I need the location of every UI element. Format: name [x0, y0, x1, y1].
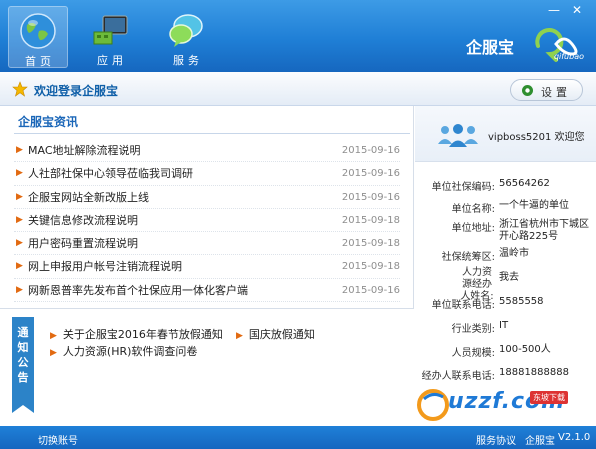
- news-item[interactable]: ▶ 网新恩普率先发布首个社保应用一体化客户端 2015-09-16: [14, 279, 400, 303]
- info-label: 社保统筹区:: [441, 252, 495, 263]
- nav-apps-label: 应用: [97, 54, 127, 67]
- info-label: 单位社保编码:: [431, 182, 495, 193]
- notice-tag: 通知公告: [12, 317, 34, 413]
- info-value: 100-500人: [499, 344, 551, 355]
- switch-account-link[interactable]: 切换账号: [38, 432, 78, 447]
- info-value: IT: [499, 320, 509, 331]
- notice-link[interactable]: ▶ 人力资源(HR)软件调查问卷: [50, 343, 197, 359]
- user-info-panel: vipboss5201 欢迎您 单位社保编码: 56564262 单位名称: 一个牛…: [415, 106, 596, 426]
- news-panel: 企服宝资讯 ▶ MAC地址解除流程说明 2015-09-16 ▶ 人社部社保中心领导莅…: [0, 106, 414, 308]
- news-item-title[interactable]: MAC地址解除流程说明: [28, 139, 141, 162]
- bullet-arrow-icon: ▶: [50, 331, 57, 341]
- user-header: vipboss5201 欢迎您: [415, 106, 596, 162]
- bullet-arrow-icon: ▶: [16, 261, 23, 272]
- news-item-title[interactable]: 用户密码重置流程说明: [28, 232, 138, 255]
- news-item-title[interactable]: 企服宝网站全新改版上线: [28, 186, 149, 209]
- settings-dot-icon: [522, 85, 533, 96]
- info-value: 18881888888: [499, 367, 569, 378]
- user-greeting: vipboss5201 欢迎您: [488, 132, 585, 143]
- brand-logo-text: qifubao: [553, 52, 584, 61]
- divider: [14, 133, 410, 134]
- bullet-arrow-icon: ▶: [236, 331, 243, 341]
- star-icon: [12, 81, 28, 97]
- info-label: 单位名称:: [451, 204, 495, 215]
- watermark-badge: 东坡下载: [530, 391, 568, 404]
- bullet-arrow-icon: ▶: [16, 145, 23, 155]
- info-value: 温岭市: [499, 248, 529, 259]
- bullet-arrow-icon: ▶: [16, 238, 23, 249]
- news-item[interactable]: ▶ MAC地址解除流程说明 2015-09-16: [14, 139, 400, 163]
- bullet-arrow-icon: ▶: [50, 348, 57, 358]
- settings-button[interactable]: 设置: [510, 79, 583, 101]
- info-value: 我去: [499, 272, 519, 283]
- news-item-date: 2015-09-18: [341, 261, 400, 273]
- top-banner: — ✕ 首页 应用 服务 企服宝 qifubao: [0, 0, 596, 72]
- news-item-date: 2015-09-18: [341, 238, 400, 250]
- globe-icon: [20, 13, 56, 49]
- news-title: 企服宝资讯: [18, 115, 79, 129]
- close-button[interactable]: ✕: [572, 4, 582, 16]
- nav-apps[interactable]: 应用: [80, 6, 140, 68]
- news-item[interactable]: ▶ 用户密码重置流程说明 2015-09-18: [14, 232, 400, 256]
- notice-link[interactable]: ▶ 国庆放假通知: [236, 326, 315, 342]
- news-item-title[interactable]: 关键信息修改流程说明: [28, 209, 138, 232]
- settings-label: 设置: [541, 86, 571, 99]
- notice-link-text[interactable]: 国庆放假通知: [249, 328, 315, 341]
- welcome-text: 欢迎登录企服宝: [34, 84, 119, 98]
- news-item-date: 2015-09-16: [341, 145, 400, 156]
- nav-services-label: 服务: [173, 54, 203, 67]
- notice-tag-label: 通知公告: [17, 326, 29, 384]
- news-item-date: 2015-09-16: [341, 191, 400, 203]
- notice-link-text[interactable]: 关于企服宝2016年春节放假通知: [63, 328, 223, 341]
- nav-home[interactable]: 首页: [8, 6, 68, 68]
- bullet-arrow-icon: ▶: [16, 214, 23, 225]
- footer-brand: 企服宝: [525, 436, 555, 447]
- minimize-button[interactable]: —: [548, 4, 560, 16]
- notice-panel: 通知公告 ▶ 关于企服宝2016年春节放假通知 ▶ 国庆放假通知 ▶ 人力资源(HR)…: [0, 308, 414, 426]
- bullet-arrow-icon: ▶: [16, 168, 23, 179]
- users-icon: [438, 124, 478, 147]
- info-label: 经办人联系电话:: [421, 371, 495, 382]
- footer-bar: 切换账号 服务协议 企服宝 V2.1.0: [0, 426, 596, 449]
- news-item-title[interactable]: 人社部社保中心领导莅临我司调研: [28, 162, 193, 185]
- monitor-icon: [93, 15, 128, 45]
- news-item-title[interactable]: 网上申报用户帐号注销流程说明: [28, 255, 182, 278]
- notice-link-text[interactable]: 人力资源(HR)软件调查问卷: [63, 345, 198, 358]
- watermark-logo-icon: [417, 389, 449, 421]
- news-item[interactable]: ▶ 关键信息修改流程说明 2015-09-18: [14, 209, 400, 233]
- notice-link[interactable]: ▶ 关于企服宝2016年春节放假通知: [50, 326, 223, 342]
- welcome-bar: 欢迎登录企服宝 设置: [0, 72, 596, 106]
- version-text: V2.1.0: [558, 432, 591, 443]
- nav-home-label: 首页: [25, 55, 55, 68]
- info-label: 单位地址:: [451, 223, 495, 234]
- news-item[interactable]: ▶ 人社部社保中心领导莅临我司调研 2015-09-16: [14, 162, 400, 186]
- brand-logo: 企服宝 qifubao: [466, 26, 586, 64]
- info-label: 单位联系电话:: [431, 300, 495, 311]
- brand-name: 企服宝: [466, 38, 515, 57]
- news-item-date: 2015-09-16: [341, 284, 400, 296]
- info-value: 一个牛逼的单位: [499, 200, 569, 211]
- news-list: ▶ MAC地址解除流程说明 2015-09-16 ▶ 人社部社保中心领导莅临我司调研 2…: [14, 139, 400, 303]
- info-label: 人员规模:: [451, 348, 495, 359]
- watermark: uzzf.com 东坡下载: [412, 385, 594, 427]
- info-value: 56564262: [499, 178, 550, 189]
- speech-bubble-icon: [169, 14, 203, 47]
- news-item-date: 2015-09-16: [341, 168, 400, 180]
- bullet-arrow-icon: ▶: [16, 284, 23, 295]
- news-item-date: 2015-09-18: [341, 214, 400, 226]
- news-item-title[interactable]: 网新恩普率先发布首个社保应用一体化客户端: [28, 279, 248, 302]
- bullet-arrow-icon: ▶: [16, 191, 23, 202]
- nav-services[interactable]: 服务: [156, 6, 216, 68]
- service-agreement-link[interactable]: 服务协议: [476, 432, 516, 447]
- info-value: 5585558: [499, 296, 544, 307]
- news-item[interactable]: ▶ 网上申报用户帐号注销流程说明 2015-09-18: [14, 255, 400, 279]
- info-label: 行业类别:: [451, 324, 495, 335]
- news-item[interactable]: ▶ 企服宝网站全新改版上线 2015-09-16: [14, 186, 400, 209]
- info-value: 浙江省杭州市下城区开心路225号: [499, 219, 589, 242]
